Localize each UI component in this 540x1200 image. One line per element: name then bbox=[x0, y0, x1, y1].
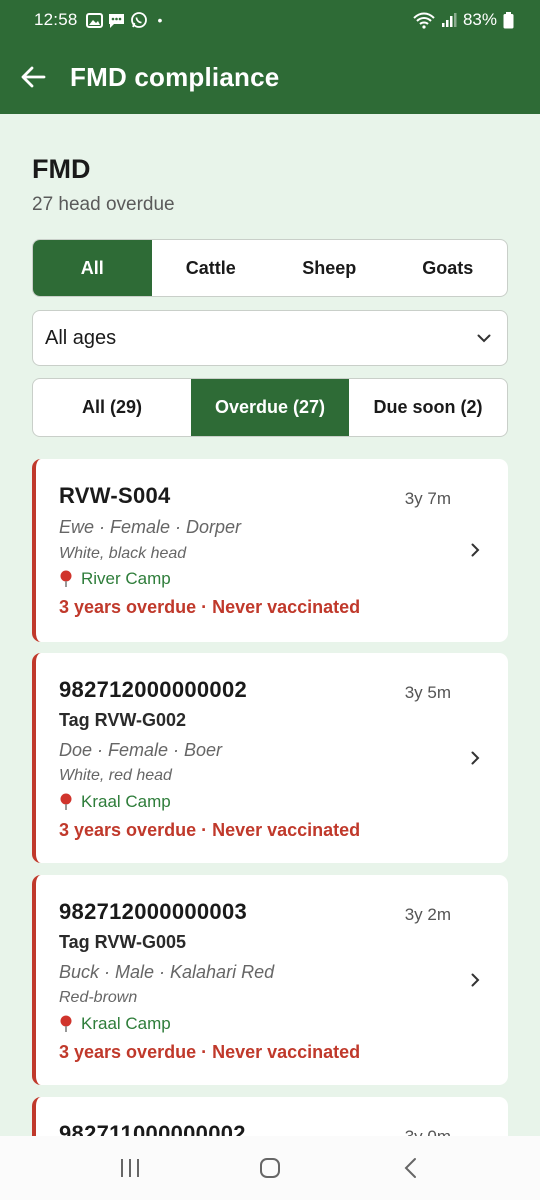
app-bar: FMD compliance bbox=[0, 40, 540, 114]
recents-icon bbox=[121, 1159, 139, 1177]
animal-age: 3y 7m bbox=[404, 489, 451, 508]
system-nav-bar bbox=[0, 1136, 540, 1200]
animal-age: 3y 2m bbox=[404, 905, 451, 924]
animal-location: Kraal Camp bbox=[59, 1014, 171, 1034]
animal-card[interactable]: RVW-S004 3y 7m Ewe · Female · Dorper Whi… bbox=[32, 459, 508, 642]
chevron-right-icon bbox=[471, 973, 480, 987]
chevron-down-icon bbox=[477, 334, 491, 342]
map-pin-icon bbox=[60, 793, 72, 810]
overdue-status: 3 years overdue · Never vaccinated bbox=[59, 1042, 361, 1062]
animal-location: Kraal Camp bbox=[59, 792, 171, 812]
animal-details: Buck · Male · Kalahari Red bbox=[59, 962, 275, 982]
back-button[interactable] bbox=[18, 62, 48, 92]
animal-tag: Tag RVW-G002 bbox=[59, 710, 187, 730]
species-filter: All Cattle Sheep Goats bbox=[32, 239, 508, 297]
home-button[interactable] bbox=[240, 1148, 300, 1188]
wifi-icon bbox=[413, 12, 435, 29]
animal-age: 3y 5m bbox=[404, 683, 451, 702]
animal-card[interactable]: 982711000000002 3y 0m bbox=[32, 1097, 508, 1136]
status-filter: All (29) Overdue (27) Due soon (2) bbox=[32, 378, 508, 437]
animal-card[interactable]: 982712000000002 3y 5m Tag RVW-G002 Doe ·… bbox=[32, 653, 508, 863]
recents-button[interactable] bbox=[100, 1148, 160, 1188]
app-title: FMD compliance bbox=[70, 61, 280, 92]
animal-id: 982712000000002 bbox=[59, 677, 248, 702]
animal-details: Doe · Female · Boer bbox=[59, 740, 223, 760]
home-icon bbox=[260, 1158, 280, 1178]
tab-status-overdue[interactable]: Overdue (27) bbox=[191, 379, 349, 436]
location-label: River Camp bbox=[81, 569, 171, 588]
overdue-count: 27 head overdue bbox=[32, 194, 175, 215]
chat-icon bbox=[108, 13, 124, 28]
overdue-status: 3 years overdue · Never vaccinated bbox=[59, 597, 361, 617]
battery-percent: 83% bbox=[462, 10, 497, 29]
battery-icon bbox=[503, 11, 514, 28]
animal-location: River Camp bbox=[59, 569, 171, 589]
animal-color: Red-brown bbox=[59, 989, 138, 1006]
tab-species-sheep[interactable]: Sheep bbox=[270, 240, 389, 296]
tab-species-goats[interactable]: Goats bbox=[389, 240, 508, 296]
animal-details: Ewe · Female · Dorper bbox=[59, 517, 242, 537]
animal-id: 982711000000002 bbox=[59, 1121, 246, 1136]
gallery-icon bbox=[85, 12, 103, 28]
map-pin-icon bbox=[60, 1015, 72, 1032]
status-time: 12:58 bbox=[34, 10, 78, 29]
chevron-left-icon bbox=[404, 1158, 416, 1178]
animal-age: 3y 0m bbox=[405, 1127, 451, 1136]
map-pin-icon bbox=[60, 570, 72, 587]
animal-color: White, red head bbox=[59, 767, 172, 784]
signal-icon bbox=[441, 13, 457, 27]
tab-status-due-soon[interactable]: Due soon (2) bbox=[349, 379, 507, 436]
status-dot: • bbox=[157, 12, 163, 28]
age-filter-value: All ages bbox=[45, 326, 117, 349]
animal-id: 982712000000003 bbox=[59, 899, 248, 924]
status-bar: 12:58 • 83% bbox=[0, 0, 540, 40]
system-back-button[interactable] bbox=[380, 1148, 440, 1188]
animal-color: White, black head bbox=[59, 545, 187, 562]
chevron-right-icon bbox=[471, 751, 480, 765]
main-content: FMD 27 head overdue All Cattle Sheep Goa… bbox=[0, 114, 540, 1136]
tab-status-all[interactable]: All (29) bbox=[33, 379, 191, 436]
age-filter-dropdown[interactable]: All ages bbox=[32, 310, 508, 366]
page-title: FMD bbox=[32, 154, 91, 184]
location-label: Kraal Camp bbox=[81, 792, 171, 811]
animal-tag: Tag RVW-G005 bbox=[59, 932, 187, 952]
tab-species-all[interactable]: All bbox=[33, 240, 152, 296]
overdue-status: 3 years overdue · Never vaccinated bbox=[59, 820, 361, 840]
animal-id: RVW-S004 bbox=[59, 483, 171, 508]
animal-card[interactable]: 982712000000003 3y 2m Tag RVW-G005 Buck … bbox=[32, 875, 508, 1085]
whatsapp-icon bbox=[130, 12, 147, 28]
tab-species-cattle[interactable]: Cattle bbox=[152, 240, 271, 296]
arrow-left-icon bbox=[21, 66, 46, 88]
chevron-right-icon bbox=[471, 543, 480, 557]
location-label: Kraal Camp bbox=[81, 1014, 171, 1033]
